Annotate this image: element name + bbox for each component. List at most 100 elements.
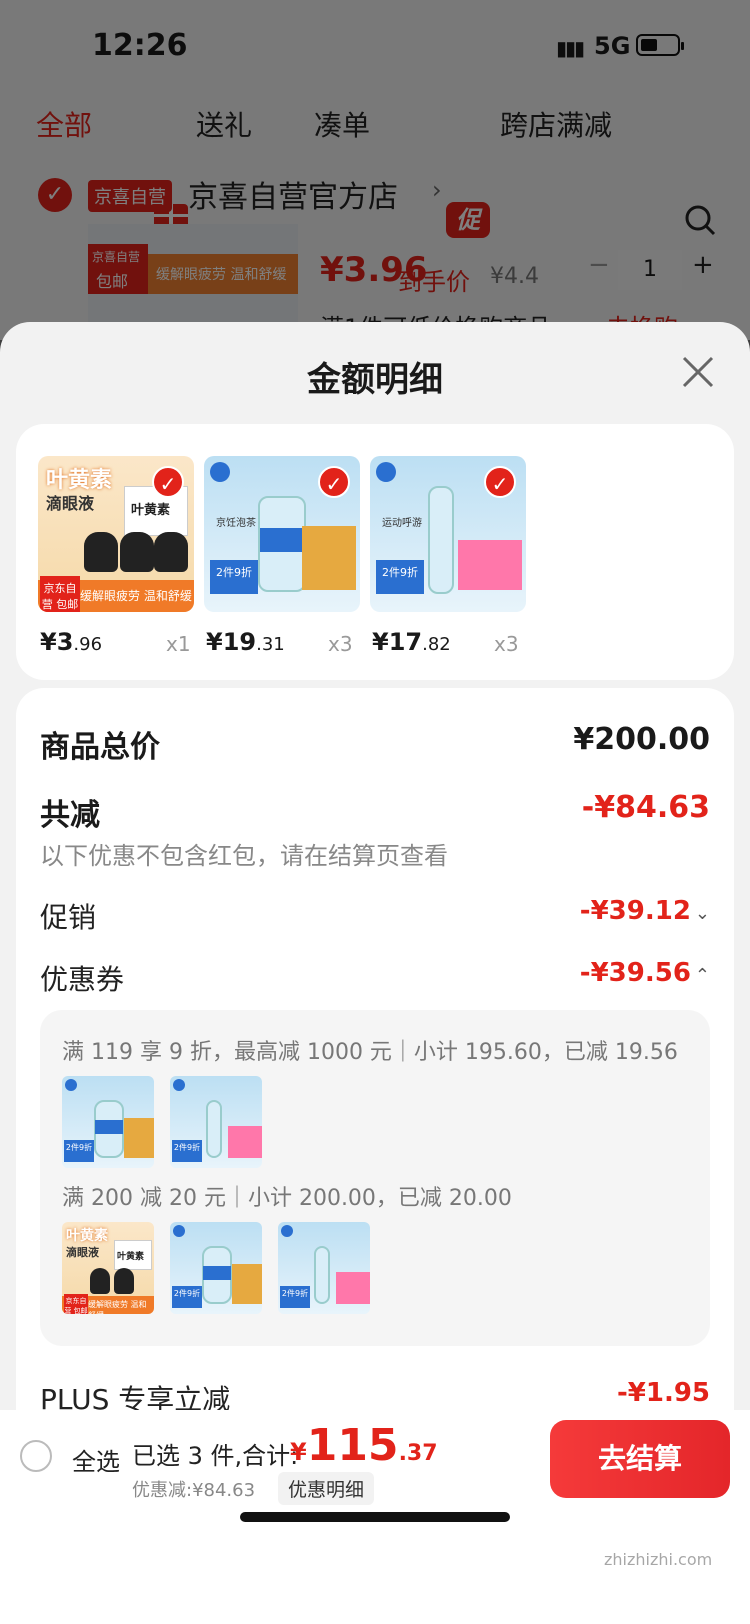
discount-tag: 2件9折 [376, 560, 424, 594]
brand-logo-icon [65, 1079, 77, 1091]
discount-tag: 2件9折 [172, 1140, 202, 1162]
coupon-rule-text: 满 119 享 9 折，最高减 1000 元｜小计 195.60，已减 19.5… [62, 1040, 678, 1065]
home-indicator [240, 1512, 510, 1522]
total-price: ¥115.37 [290, 1420, 438, 1471]
brand-logo-icon [281, 1225, 293, 1237]
promo-row[interactable]: 促销 -¥39.12 ⌄ [40, 896, 710, 934]
price-yuan: ¥3 [40, 628, 74, 656]
reduce-label: 共减 [40, 798, 100, 833]
check-icon: ✓ [152, 466, 184, 498]
brand-logo-icon [173, 1079, 185, 1091]
total-value: ¥200.00 [573, 722, 710, 757]
box-shape [458, 540, 522, 590]
banner-text: 缓解眼疲劳 温和舒缓 [80, 589, 192, 603]
select-all-label[interactable]: 全选 [72, 1442, 120, 1477]
reduce-value: -¥84.63 [581, 790, 710, 825]
price-cents: .31 [256, 634, 285, 655]
price-integer: 115 [306, 1420, 399, 1471]
coupon-label: 优惠券 [40, 963, 125, 996]
jug-label [203, 1266, 231, 1280]
jug-label [95, 1120, 123, 1134]
discount-tag: 2件9折 [280, 1286, 310, 1308]
box-label: 叶黄素 [131, 503, 171, 518]
plus-row: PLUS 专享立减 -¥1.95 [40, 1378, 710, 1416]
item-price: ¥17.82 [372, 628, 451, 656]
bottle-shape [114, 1268, 134, 1294]
price-yuan: ¥17 [372, 628, 423, 656]
price-cents: .82 [422, 634, 451, 655]
coupon-rule-text: 满 200 减 20 元｜小计 200.00，已减 20.00 [62, 1186, 512, 1211]
total-label: 商品总价 [40, 730, 160, 765]
product-box: 叶黄素 [114, 1240, 152, 1270]
bottle-shape [314, 1246, 330, 1304]
sheet-title: 金额明细 [307, 360, 443, 400]
box-shape [124, 1118, 154, 1158]
select-all-radio[interactable] [20, 1440, 52, 1472]
box-shape [228, 1126, 262, 1158]
discount-tag: 2件9折 [210, 560, 258, 594]
price-currency: ¥ [290, 1438, 307, 1466]
promo-value: -¥39.12 [579, 896, 691, 926]
bottle-shape [206, 1100, 222, 1158]
bottle-shape [428, 486, 454, 594]
coupon-item-thumbnail: 2件9折 [278, 1222, 370, 1314]
item-thumbnail[interactable]: 京饪泡茶 2件9折 ✓ [204, 456, 360, 612]
discount-detail-button[interactable]: 优惠明细 [278, 1472, 375, 1505]
checkout-button[interactable]: 去结算 [550, 1420, 730, 1498]
item-thumbnail[interactable]: 叶黄素 滴眼液 叶黄素 缓解眼疲劳 温和舒缓 京东自营 包邮 ✓ [38, 456, 194, 612]
discount-tag: 2件9折 [172, 1286, 202, 1308]
coupon-item-thumbnail: 叶黄素滴眼液叶黄素缓解眼疲劳 温和舒缓京东自营 包邮 [62, 1222, 154, 1314]
brand-logo-icon [210, 462, 230, 482]
chevron-up-icon[interactable]: ⌃ [695, 965, 710, 986]
bottle-shape [120, 532, 154, 572]
bottle-shape [90, 1268, 110, 1294]
price-decimal: .37 [398, 1441, 438, 1466]
coupon-item-thumbnail: 2件9折 [62, 1076, 154, 1168]
reduce-row: 共减 -¥84.63 [40, 790, 710, 833]
thumb-tag: 京东自营 包邮 [64, 1294, 88, 1314]
plus-value: -¥1.95 [616, 1378, 710, 1408]
coupon-item-thumbnail: 2件9折 [170, 1222, 262, 1314]
close-icon[interactable] [680, 354, 716, 390]
thumb-label: 京饪泡茶 [216, 518, 256, 529]
selected-items-card: 叶黄素 滴眼液 叶黄素 缓解眼疲劳 温和舒缓 京东自营 包邮 ✓ ¥3.96 x… [16, 424, 734, 680]
chevron-down-icon[interactable]: ⌄ [695, 903, 710, 924]
check-icon: ✓ [484, 466, 516, 498]
brand-logo-icon [173, 1225, 185, 1237]
item-thumbnail[interactable]: 运动呼游 2件9折 ✓ [370, 456, 526, 612]
coupon-value-wrap: -¥39.56 ⌃ [580, 958, 710, 988]
thumb-tag: 京东自营 包邮 [40, 576, 80, 612]
jug-label [260, 528, 304, 552]
discount-text: 优惠减:¥84.63 [132, 1480, 256, 1501]
box-shape [302, 526, 356, 590]
thumb-title: 叶黄素 [66, 1228, 108, 1244]
item-price: ¥19.31 [206, 628, 285, 656]
check-icon: ✓ [318, 466, 350, 498]
box-label: 叶黄素 [117, 1252, 145, 1262]
box-shape [336, 1272, 370, 1304]
thumb-subtitle: 滴眼液 [46, 494, 95, 513]
discount-tag: 2件9折 [64, 1140, 94, 1162]
coupon-item-thumbnail: 2件9折 [170, 1076, 262, 1168]
promo-value-wrap: -¥39.12 ⌄ [580, 896, 710, 926]
item-qty: x3 [494, 632, 519, 656]
watermark-site: zhizhizhi.com [604, 1550, 713, 1569]
price-yuan: ¥19 [206, 628, 257, 656]
thumb-label: 运动呼游 [382, 518, 422, 529]
coupon-detail-box: 满 119 享 9 折，最高减 1000 元｜小计 195.60，已减 19.5… [40, 1010, 710, 1346]
brand-logo-icon [376, 462, 396, 482]
reduce-note: 以下优惠不包含红包，请在结算页查看 [40, 842, 448, 870]
item-price: ¥3.96 [40, 628, 102, 656]
banner-text: 缓解眼疲劳 温和舒缓 [88, 1300, 147, 1314]
coupon-value: -¥39.56 [579, 958, 691, 988]
total-row: 商品总价 ¥200.00 [40, 722, 710, 765]
promo-label: 促销 [40, 901, 97, 934]
coupon-row[interactable]: 优惠券 -¥39.56 ⌃ [40, 958, 710, 996]
price-cents: .96 [73, 634, 103, 655]
thumb-subtitle: 滴眼液 [66, 1246, 99, 1259]
box-shape [232, 1264, 262, 1304]
selected-count: 已选 3 件,合计: [132, 1442, 299, 1470]
item-qty: x3 [328, 632, 353, 656]
item-qty: x1 [166, 632, 191, 656]
bottle-shape [84, 532, 118, 572]
